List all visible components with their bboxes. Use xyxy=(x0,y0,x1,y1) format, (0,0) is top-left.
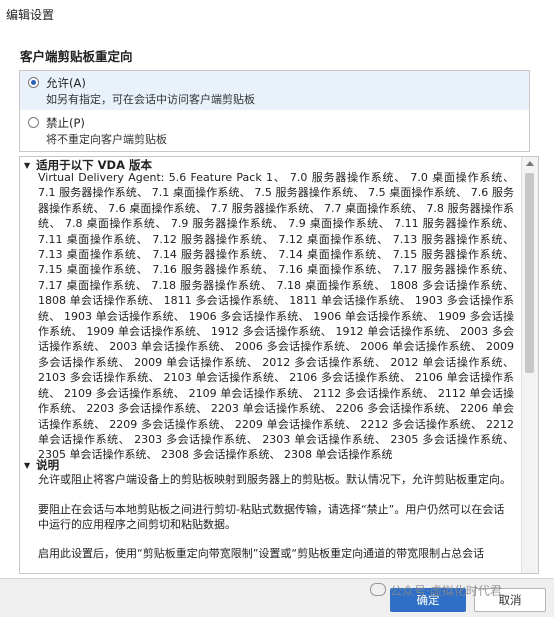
scroll-up-arrow-icon[interactable] xyxy=(526,161,534,166)
radio-prohibit[interactable] xyxy=(28,117,39,128)
option-prohibit-label: 禁止(P) xyxy=(46,116,85,130)
option-allow-description: 如另有指定，可在会话中访问客户端剪贴板 xyxy=(46,93,255,106)
radio-allow[interactable] xyxy=(28,77,39,88)
option-prohibit-description: 将不重定向客户端剪贴板 xyxy=(46,133,167,146)
collapse-arrow-icon: ▼ xyxy=(24,461,31,470)
description-paragraph-1: 允许或阻止将客户端设备上的剪贴板映射到服务器上的剪贴板。默认情况下，允许剪贴板重… xyxy=(38,473,511,486)
option-allow[interactable]: 允许(A) 如另有指定，可在会话中访问客户端剪贴板 xyxy=(20,71,529,110)
description-heading: 说明 xyxy=(36,458,60,472)
info-panel: ▼ 适用于以下 VDA 版本 Virtual Delivery Agent: 5.… xyxy=(19,156,539,574)
option-allow-label: 允许(A) xyxy=(46,76,86,90)
vda-versions-text: Virtual Delivery Agent: 5.6 Feature Pack… xyxy=(38,171,514,462)
collapse-arrow-icon: ▼ xyxy=(24,161,31,170)
wechat-icon xyxy=(370,583,386,596)
setting-title: 客户端剪贴板重定向 xyxy=(20,49,133,64)
description-section-toggle[interactable]: ▼ 说明 xyxy=(24,457,59,473)
scrollbar-thumb[interactable] xyxy=(525,173,534,373)
watermark-text: 公众号·虚拟化时代君 xyxy=(390,584,502,598)
description-paragraph-2: 要阻止在会话与本地剪贴板之间进行剪切-粘贴式数据传输，请选择“禁止”。用户仍然可… xyxy=(38,503,505,532)
info-scrollbar[interactable] xyxy=(521,157,538,573)
description-paragraph-3: 启用此设置后，使用“剪贴板重定向带宽限制”设置或“剪贴板重定向通道的带宽限制占总… xyxy=(38,547,485,560)
window-title: 编辑设置 xyxy=(6,8,55,22)
redirect-options-group: 允许(A) 如另有指定，可在会话中访问客户端剪贴板 禁止(P) 将不重定向客户端… xyxy=(19,70,530,152)
watermark: 公众号·虚拟化时代君 xyxy=(370,582,502,599)
option-prohibit[interactable]: 禁止(P) 将不重定向客户端剪贴板 xyxy=(20,111,529,150)
